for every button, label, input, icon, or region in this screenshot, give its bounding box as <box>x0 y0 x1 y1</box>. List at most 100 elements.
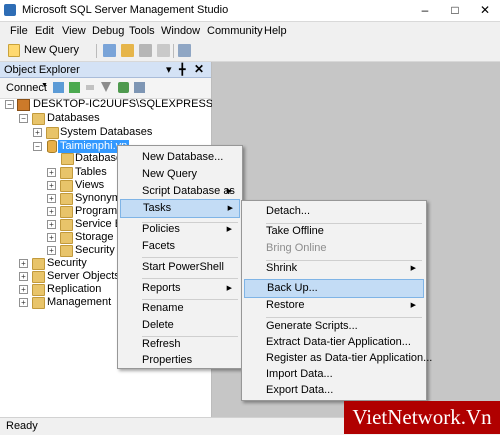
submenu-arrow-icon: ▶ <box>226 285 232 292</box>
connect-dropdown-icon[interactable]: ▼ <box>41 82 48 89</box>
databases-label: Databases <box>47 112 100 124</box>
menu-view[interactable]: View <box>62 25 86 37</box>
folder-icon <box>32 297 45 309</box>
menu-debug[interactable]: Debug <box>92 25 124 37</box>
menu-item-label: Reports <box>142 282 181 294</box>
object-explorer-title: Object Explorer <box>4 64 80 76</box>
menu-item-properties[interactable]: Properties <box>120 351 238 370</box>
menu-bar: File Edit View Debug Tools Window Commun… <box>0 22 500 41</box>
expand-icon[interactable]: + <box>19 259 28 268</box>
folder-icon <box>32 284 45 296</box>
expand-icon[interactable]: + <box>47 181 56 190</box>
stop-icon[interactable] <box>86 85 94 90</box>
menu-item-label: Script Database as <box>142 185 235 197</box>
folder-icon <box>32 258 45 270</box>
menu-item-label: New Query <box>142 168 198 180</box>
menu-item-label: Facets <box>142 240 176 252</box>
menu-item-label: Refresh <box>142 338 181 350</box>
menu-tools[interactable]: Tools <box>129 25 155 37</box>
menu-item-label: Tasks <box>143 202 172 214</box>
menu-item-label: Start PowerShell <box>142 261 224 273</box>
title-bar: Microsoft SQL Server Management Studio –… <box>0 0 500 22</box>
collapse-icon[interactable]: − <box>33 142 42 151</box>
menu-item-reports[interactable]: Reports ▶ <box>120 279 238 298</box>
menu-item-label: Export Data... <box>266 384 334 396</box>
menu-item-facets[interactable]: Facets <box>120 237 238 256</box>
server-icon <box>17 99 30 111</box>
dropdown-icon[interactable]: ▾ <box>166 63 172 76</box>
database-engine-query-icon[interactable] <box>103 44 116 57</box>
menu-window[interactable]: Window <box>161 25 200 37</box>
menu-item-restore[interactable]: Restore ▶ <box>244 296 422 315</box>
menu-item-label: Detach... <box>266 205 311 217</box>
disconnect-icon[interactable] <box>69 82 80 93</box>
close-panel-icon[interactable]: ✕ <box>194 62 204 76</box>
activity-monitor-icon[interactable] <box>134 82 145 93</box>
menu-item-bring-online: Bring Online <box>244 239 422 258</box>
menu-item-label: Back Up... <box>267 282 318 294</box>
expand-icon[interactable]: + <box>19 272 28 281</box>
menu-item-detach[interactable]: Detach... <box>244 202 422 221</box>
save-all-icon[interactable] <box>157 44 170 57</box>
menu-item-label: Register as Data-tier Application... <box>266 352 433 364</box>
toolbar-separator <box>96 44 97 58</box>
watermark-logo: VietNetwork.Vn <box>344 401 500 434</box>
tree-label: Views <box>75 179 105 191</box>
expand-icon[interactable]: + <box>33 128 42 137</box>
menu-file[interactable]: File <box>10 25 28 37</box>
tree-label: Management <box>47 296 112 308</box>
expand-icon[interactable]: + <box>47 233 56 242</box>
expand-icon[interactable]: + <box>19 285 28 294</box>
submenu-arrow-icon: ▶ <box>227 205 233 212</box>
menu-item-export-data[interactable]: Export Data... <box>244 381 422 400</box>
tree-label: Storage <box>75 231 114 243</box>
menu-item-label: Extract Data-tier Application... <box>266 336 411 348</box>
expand-icon[interactable]: + <box>47 207 56 216</box>
status-text: Ready <box>6 420 38 432</box>
expand-icon[interactable]: + <box>47 194 56 203</box>
minimize-icon[interactable]: – <box>410 0 440 21</box>
open-file-icon[interactable] <box>121 44 134 57</box>
folder-icon <box>60 180 73 192</box>
new-query-icon[interactable] <box>8 44 20 57</box>
folder-icon <box>60 206 73 218</box>
menu-item-label: Rename <box>142 302 184 314</box>
folder-icon <box>46 127 59 139</box>
menu-community[interactable]: Community <box>207 25 263 37</box>
folder-icon <box>60 232 73 244</box>
submenu-arrow-icon: ▶ <box>410 265 416 272</box>
folder-icon <box>61 153 74 165</box>
filter-icon[interactable] <box>101 82 111 92</box>
maximize-icon[interactable]: □ <box>440 0 470 21</box>
database-icon <box>47 140 57 153</box>
activity-monitor-icon[interactable] <box>178 44 191 57</box>
menu-item-label: New Database... <box>142 151 224 163</box>
collapse-icon[interactable]: − <box>19 114 28 123</box>
menu-item-shrink[interactable]: Shrink ▶ <box>244 259 422 278</box>
connect-object-icon[interactable] <box>53 82 64 93</box>
menu-item-delete[interactable]: Delete <box>120 316 238 335</box>
menu-help[interactable]: Help <box>264 25 287 37</box>
menu-item-label: Bring Online <box>266 242 327 254</box>
refresh-icon[interactable] <box>118 82 129 93</box>
new-query-button[interactable]: New Query <box>24 44 79 56</box>
tree-label: Server Objects <box>47 270 120 282</box>
menu-item-tasks[interactable]: Tasks ▶ <box>120 199 240 218</box>
menu-item-start-powershell[interactable]: Start PowerShell <box>120 258 238 277</box>
folder-icon <box>60 167 73 179</box>
expand-icon[interactable]: + <box>47 246 56 255</box>
expand-icon[interactable]: + <box>47 220 56 229</box>
main-toolbar: New Query <box>0 41 500 62</box>
save-icon[interactable] <box>139 44 152 57</box>
system-databases-label: System Databases <box>60 126 153 138</box>
expand-icon[interactable]: + <box>19 298 28 307</box>
collapse-icon[interactable]: − <box>5 100 14 109</box>
tree-label: Replication <box>47 283 102 295</box>
folder-icon <box>32 271 45 283</box>
close-window-icon[interactable]: ✕ <box>470 0 500 21</box>
pin-icon[interactable]: ╋ <box>179 63 186 76</box>
tree-label: Security <box>47 257 87 269</box>
toolbar-separator <box>173 44 174 58</box>
menu-edit[interactable]: Edit <box>35 25 54 37</box>
expand-icon[interactable]: + <box>47 168 56 177</box>
